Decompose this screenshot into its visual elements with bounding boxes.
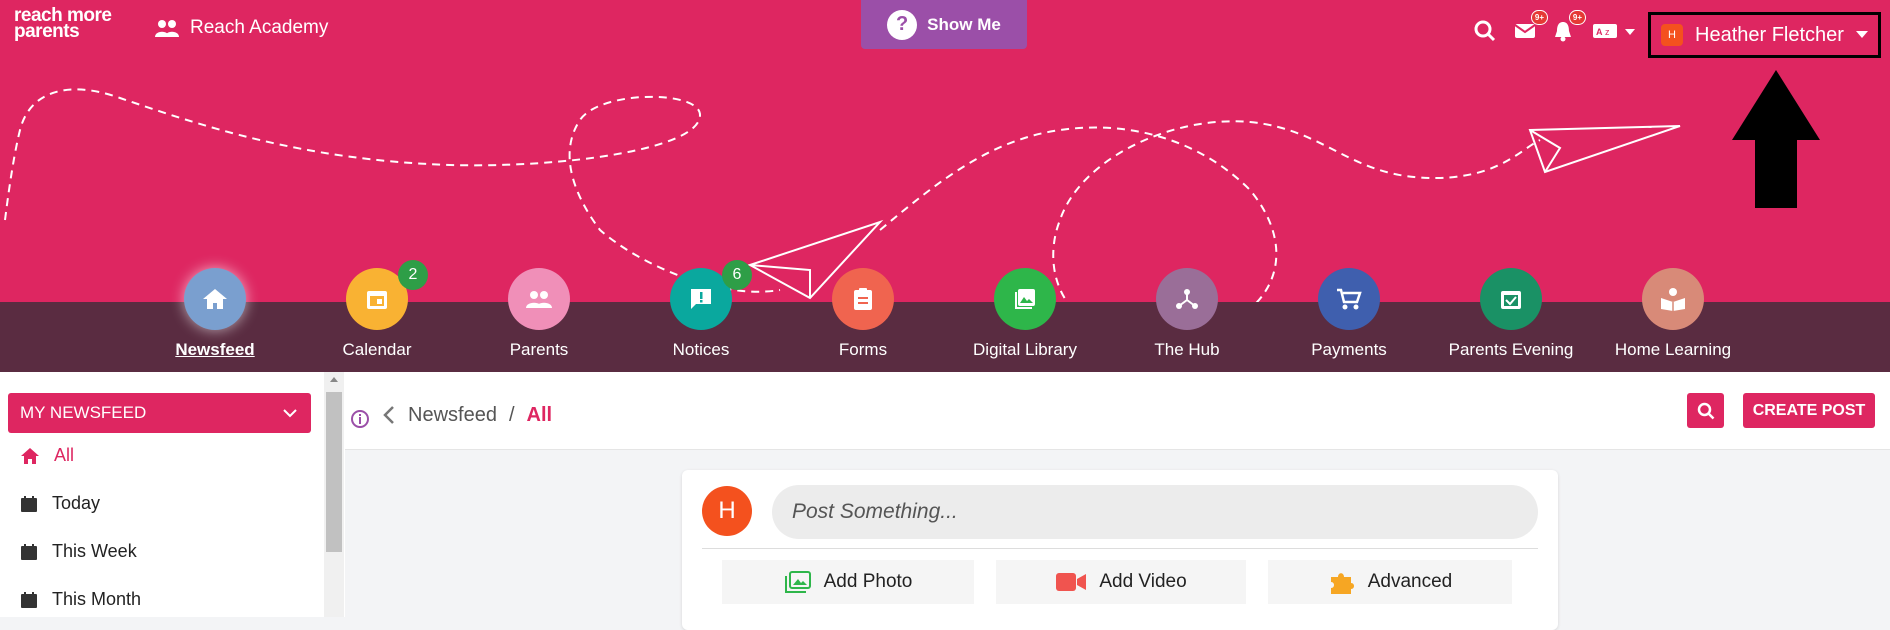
- divider: [702, 548, 1538, 549]
- sidebar-item-today[interactable]: Today: [20, 493, 100, 514]
- info-icon[interactable]: [350, 409, 370, 429]
- svg-text:A: A: [1596, 27, 1603, 37]
- language-translate-icon[interactable]: Az: [1590, 16, 1640, 46]
- people-icon: [508, 268, 570, 330]
- svg-text:z: z: [1605, 27, 1610, 37]
- notices-badge: 6: [722, 260, 752, 290]
- sidebar-item-this-week[interactable]: This Week: [20, 541, 137, 562]
- nav-label: Parents: [509, 340, 569, 359]
- nav-label: Payments: [1311, 340, 1387, 359]
- calendar-icon: [21, 591, 37, 608]
- breadcrumb-newsfeed[interactable]: Newsfeed: [408, 404, 497, 427]
- user-menu[interactable]: H Heather Fletcher: [1648, 12, 1881, 58]
- nav-label: Notices: [672, 340, 730, 359]
- mail-badge: 9+: [1530, 10, 1548, 25]
- add-video-button[interactable]: Add Video: [996, 560, 1246, 604]
- home-icon: [184, 268, 246, 330]
- calendar-check-icon: [1480, 268, 1542, 330]
- clipboard-icon: [832, 268, 894, 330]
- nav-the-hub[interactable]: The Hub: [1112, 268, 1262, 360]
- school-name: Reach Academy: [190, 17, 329, 38]
- caret-down-icon: [1855, 31, 1868, 38]
- post-input[interactable]: Post Something...: [772, 485, 1538, 539]
- create-post-button[interactable]: CREATE POST: [1743, 393, 1875, 428]
- sidebar-heading: MY NEWSFEED: [20, 403, 147, 422]
- sidebar-item-label: Today: [52, 493, 101, 513]
- sidebar-scrollbar[interactable]: [324, 372, 344, 617]
- add-photo-button[interactable]: Add Photo: [722, 560, 974, 604]
- calendar-icon: [21, 495, 37, 512]
- reading-icon: [1642, 268, 1704, 330]
- breadcrumb-current: All: [526, 403, 553, 426]
- video-camera-icon: [1056, 573, 1087, 591]
- search-icon: [1697, 402, 1714, 419]
- breadcrumb-separator: /: [508, 403, 515, 426]
- photo-library-icon: [784, 571, 811, 593]
- nav-label: Home Learning: [1614, 340, 1732, 359]
- nav-label: Forms: [838, 340, 888, 359]
- calendar-badge: 2: [398, 260, 428, 290]
- user-name: Heather Fletcher: [1695, 23, 1844, 46]
- hub-icon: [1156, 268, 1218, 330]
- composer-avatar: H: [702, 486, 752, 536]
- scroll-up-icon[interactable]: [324, 373, 344, 385]
- cart-icon: [1318, 268, 1380, 330]
- nav-forms[interactable]: Forms: [788, 268, 938, 360]
- search-posts-button[interactable]: [1687, 393, 1724, 428]
- photo-library-icon: [994, 268, 1056, 330]
- back-chevron-icon[interactable]: [382, 405, 396, 425]
- home-icon: [21, 447, 39, 464]
- puzzle-icon: [1330, 573, 1354, 594]
- sidebar-item-this-month[interactable]: This Month: [20, 589, 141, 610]
- nav-digital-library[interactable]: Digital Library: [950, 268, 1100, 360]
- app-logo[interactable]: reach more parents: [14, 6, 112, 41]
- nav-label: Parents Evening: [1448, 340, 1574, 359]
- nav-label: Newsfeed: [175, 340, 255, 359]
- nav-calendar[interactable]: 2 Calendar: [302, 260, 452, 360]
- advanced-button[interactable]: Advanced: [1268, 560, 1512, 604]
- nav-parents[interactable]: Parents: [464, 268, 614, 360]
- nav-payments[interactable]: Payments: [1274, 268, 1424, 360]
- mail-icon[interactable]: 9+: [1510, 10, 1548, 46]
- nav-home-learning[interactable]: Home Learning: [1598, 268, 1748, 360]
- main-navigation: Newsfeed 2 Calendar Parents 6 Notices Fo…: [0, 260, 1890, 368]
- calendar-icon: 2: [346, 260, 428, 330]
- nav-notices[interactable]: 6 Notices: [626, 260, 776, 360]
- add-video-label: Add Video: [1099, 571, 1187, 592]
- people-icon: [155, 20, 179, 37]
- school-selector[interactable]: Reach Academy: [154, 17, 328, 39]
- bell-badge: 9+: [1568, 10, 1586, 25]
- sidebar-item-label: All: [54, 445, 75, 465]
- search-icon[interactable]: [1470, 16, 1500, 46]
- nav-label: Digital Library: [973, 340, 1077, 359]
- post-composer: H Post Something... Add Photo Add Video …: [682, 470, 1558, 630]
- sidebar: MY NEWSFEED All Today This Week This Mon…: [0, 372, 345, 617]
- sidebar-item-label: This Week: [52, 541, 137, 561]
- show-me-label: Show Me: [927, 14, 1001, 34]
- content-header: [345, 372, 1890, 450]
- bell-icon[interactable]: 9+: [1548, 10, 1586, 46]
- calendar-icon: [21, 543, 37, 560]
- sidebar-item-label: This Month: [52, 589, 142, 609]
- breadcrumb: Newsfeed / All: [350, 401, 552, 429]
- show-me-button[interactable]: ? Show Me: [861, 0, 1027, 49]
- annotation-arrow-icon: [1732, 70, 1820, 208]
- notice-icon: 6: [670, 260, 752, 330]
- nav-label: Calendar: [342, 340, 412, 359]
- user-avatar: H: [1661, 24, 1683, 46]
- my-newsfeed-dropdown[interactable]: MY NEWSFEED: [8, 393, 311, 433]
- sidebar-item-all[interactable]: All: [20, 445, 74, 466]
- scrollbar-thumb[interactable]: [326, 392, 342, 552]
- nav-parents-evening[interactable]: Parents Evening: [1436, 268, 1586, 360]
- nav-label: The Hub: [1154, 340, 1220, 359]
- advanced-label: Advanced: [1367, 571, 1453, 592]
- nav-newsfeed[interactable]: Newsfeed: [140, 268, 290, 360]
- chevron-down-icon: [283, 408, 297, 417]
- header-banner: reach more parents Reach Academy ? Show …: [0, 0, 1890, 302]
- help-icon: ?: [887, 9, 918, 40]
- add-photo-label: Add Photo: [823, 571, 913, 592]
